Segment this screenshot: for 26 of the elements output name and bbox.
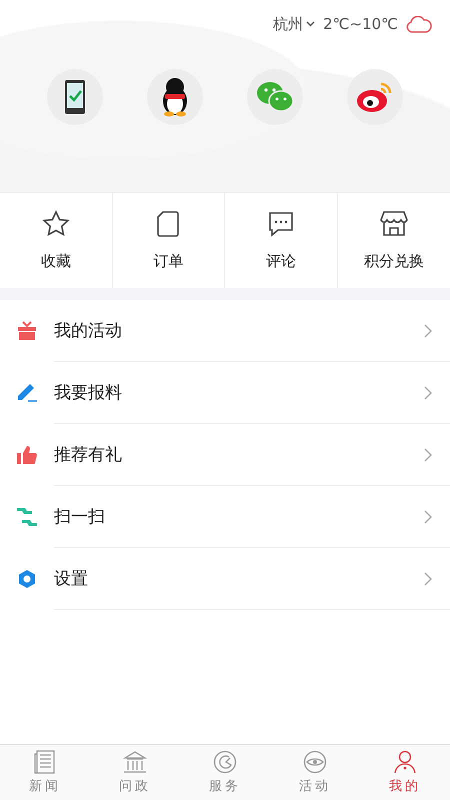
newspaper-icon — [34, 750, 56, 774]
phone-icon — [64, 79, 86, 115]
chevron-right-icon — [424, 448, 432, 462]
building-icon — [123, 750, 147, 774]
star-icon — [42, 210, 70, 238]
person-icon — [393, 750, 417, 774]
store-icon — [380, 210, 408, 238]
chevron-down-icon — [306, 21, 316, 27]
document-icon — [156, 210, 180, 238]
comment-icon — [266, 210, 295, 238]
chevron-right-icon — [424, 510, 432, 524]
pen-icon — [16, 383, 38, 403]
service-icon — [213, 750, 237, 774]
chevron-right-icon — [424, 386, 432, 400]
temperature-text: 2℃~10℃ — [323, 15, 398, 33]
gift-icon — [17, 321, 37, 341]
tab-bar-item[interactable]: 我的 — [360, 745, 450, 800]
penguin-icon — [160, 77, 190, 117]
chevron-right-icon — [424, 572, 432, 586]
thumbs-up-icon — [17, 445, 37, 465]
scan-icon — [16, 507, 38, 527]
city-selector[interactable]: 杭州 — [273, 14, 316, 34]
cloud-icon — [406, 16, 432, 32]
chevron-right-icon — [424, 324, 432, 338]
settings-icon — [17, 569, 37, 589]
eye-icon — [303, 750, 327, 774]
